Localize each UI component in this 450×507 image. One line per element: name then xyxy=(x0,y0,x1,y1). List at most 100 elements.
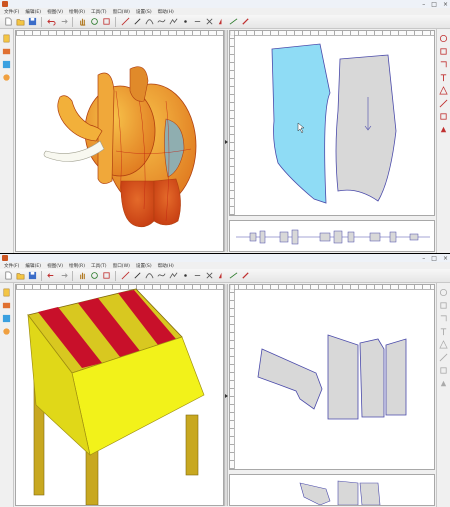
select-button[interactable] xyxy=(101,17,111,27)
spline-button[interactable] xyxy=(156,271,166,281)
vertical-splitter[interactable] xyxy=(224,30,228,252)
close-button[interactable]: × xyxy=(443,1,448,8)
right-tool-rectangle[interactable] xyxy=(439,46,449,56)
menu-draw[interactable]: 绘制(R) xyxy=(69,263,85,269)
right-tool-notch[interactable] xyxy=(439,59,449,69)
2d-pattern-viewport[interactable] xyxy=(229,30,435,216)
cut-button[interactable] xyxy=(204,17,214,27)
mirror-button[interactable] xyxy=(216,271,226,281)
undo-button[interactable] xyxy=(46,271,56,281)
right-tool-circle[interactable] xyxy=(439,287,449,297)
2d-pattern-viewport[interactable] xyxy=(229,284,435,470)
left-tool-1[interactable] xyxy=(2,287,12,297)
right-tool-square[interactable] xyxy=(439,111,449,121)
open-button[interactable] xyxy=(15,17,25,27)
curve-button[interactable] xyxy=(144,17,154,27)
new-button[interactable] xyxy=(3,17,13,27)
polyline-button[interactable] xyxy=(168,271,178,281)
pattern-piece[interactable] xyxy=(327,334,359,420)
redo-button[interactable] xyxy=(58,17,68,27)
polyline-button[interactable] xyxy=(168,17,178,27)
right-tool-notch[interactable] xyxy=(439,313,449,323)
left-tool-1[interactable] xyxy=(2,33,12,43)
menu-file[interactable]: 文件(F) xyxy=(4,9,19,15)
hand-button[interactable] xyxy=(77,17,87,27)
erase-button[interactable] xyxy=(240,271,250,281)
minimize-button[interactable]: – xyxy=(422,255,425,262)
menu-edit[interactable]: 编辑(E) xyxy=(25,9,41,15)
right-tool-grading[interactable] xyxy=(439,85,449,95)
maximize-button[interactable]: □ xyxy=(431,1,437,8)
erase-button[interactable] xyxy=(240,17,250,27)
spline-button[interactable] xyxy=(156,17,166,27)
menu-file[interactable]: 文件(F) xyxy=(4,263,19,269)
menu-draw[interactable]: 绘制(R) xyxy=(69,9,85,15)
undo-button[interactable] xyxy=(46,17,56,27)
right-tool-dart[interactable] xyxy=(439,98,449,108)
cut-button[interactable] xyxy=(204,271,214,281)
close-button[interactable]: × xyxy=(443,255,448,262)
line-button[interactable] xyxy=(120,17,130,27)
pattern-piece[interactable] xyxy=(359,338,385,418)
mirror-button[interactable] xyxy=(216,17,226,27)
menu-settings[interactable]: 设置(S) xyxy=(136,9,152,15)
rotate-button[interactable] xyxy=(89,17,99,27)
left-tool-4[interactable] xyxy=(2,72,12,82)
point-button[interactable] xyxy=(180,271,190,281)
3d-viewport[interactable] xyxy=(15,30,224,252)
right-tool-print[interactable] xyxy=(439,378,449,388)
menu-edit[interactable]: 编辑(E) xyxy=(25,263,41,269)
maximize-button[interactable]: □ xyxy=(431,255,437,262)
right-tool-square[interactable] xyxy=(439,365,449,375)
left-tool-2[interactable] xyxy=(2,300,12,310)
menu-settings[interactable]: 设置(S) xyxy=(136,263,152,269)
pattern-piece[interactable] xyxy=(385,338,407,416)
hand-button[interactable] xyxy=(77,271,87,281)
minimize-button[interactable]: – xyxy=(422,1,425,8)
pattern-piece[interactable] xyxy=(335,54,397,202)
menu-window[interactable]: 窗口(W) xyxy=(113,9,130,15)
measure-button[interactable] xyxy=(228,271,238,281)
left-tool-2[interactable] xyxy=(2,46,12,56)
measure-button[interactable] xyxy=(228,17,238,27)
select-button[interactable] xyxy=(101,271,111,281)
menu-view[interactable]: 视图(V) xyxy=(47,9,63,15)
3d-viewport[interactable] xyxy=(15,284,224,506)
rotate-button[interactable] xyxy=(89,271,99,281)
curve-button[interactable] xyxy=(144,271,154,281)
dot-button[interactable] xyxy=(192,271,202,281)
right-tool-print[interactable] xyxy=(439,124,449,134)
new-button[interactable] xyxy=(3,271,13,281)
redo-icon xyxy=(61,19,68,24)
point-button[interactable] xyxy=(180,17,190,27)
vertical-splitter[interactable] xyxy=(224,284,228,506)
left-tool-3[interactable] xyxy=(2,313,12,323)
save-button[interactable] xyxy=(27,271,37,281)
open-button[interactable] xyxy=(15,271,25,281)
menu-help[interactable]: 帮助(H) xyxy=(158,263,174,269)
right-tool-grading[interactable] xyxy=(439,339,449,349)
right-tool-dart[interactable] xyxy=(439,352,449,362)
pen-button[interactable] xyxy=(132,17,142,27)
pattern-strip-viewport[interactable] xyxy=(229,220,435,252)
dot-button[interactable] xyxy=(192,17,202,27)
right-tool-text[interactable] xyxy=(439,326,449,336)
left-tool-3[interactable] xyxy=(2,59,12,69)
pen-button[interactable] xyxy=(132,271,142,281)
menu-window[interactable]: 窗口(W) xyxy=(113,263,130,269)
menu-tools[interactable]: 工具(T) xyxy=(91,263,107,269)
pattern-piece-selected[interactable] xyxy=(271,43,331,204)
right-tool-rectangle[interactable] xyxy=(439,300,449,310)
menu-help[interactable]: 帮助(H) xyxy=(158,9,174,15)
redo-button[interactable] xyxy=(58,271,68,281)
titlebar: – □ × xyxy=(0,0,450,8)
right-tool-circle[interactable] xyxy=(439,33,449,43)
menu-tools[interactable]: 工具(T) xyxy=(91,9,107,15)
left-tool-4[interactable] xyxy=(2,326,12,336)
pattern-piece[interactable] xyxy=(257,348,323,410)
line-button[interactable] xyxy=(120,271,130,281)
right-tool-text[interactable] xyxy=(439,72,449,82)
pattern-strip-viewport[interactable] xyxy=(229,474,435,506)
menu-view[interactable]: 视图(V) xyxy=(47,263,63,269)
save-button[interactable] xyxy=(27,17,37,27)
